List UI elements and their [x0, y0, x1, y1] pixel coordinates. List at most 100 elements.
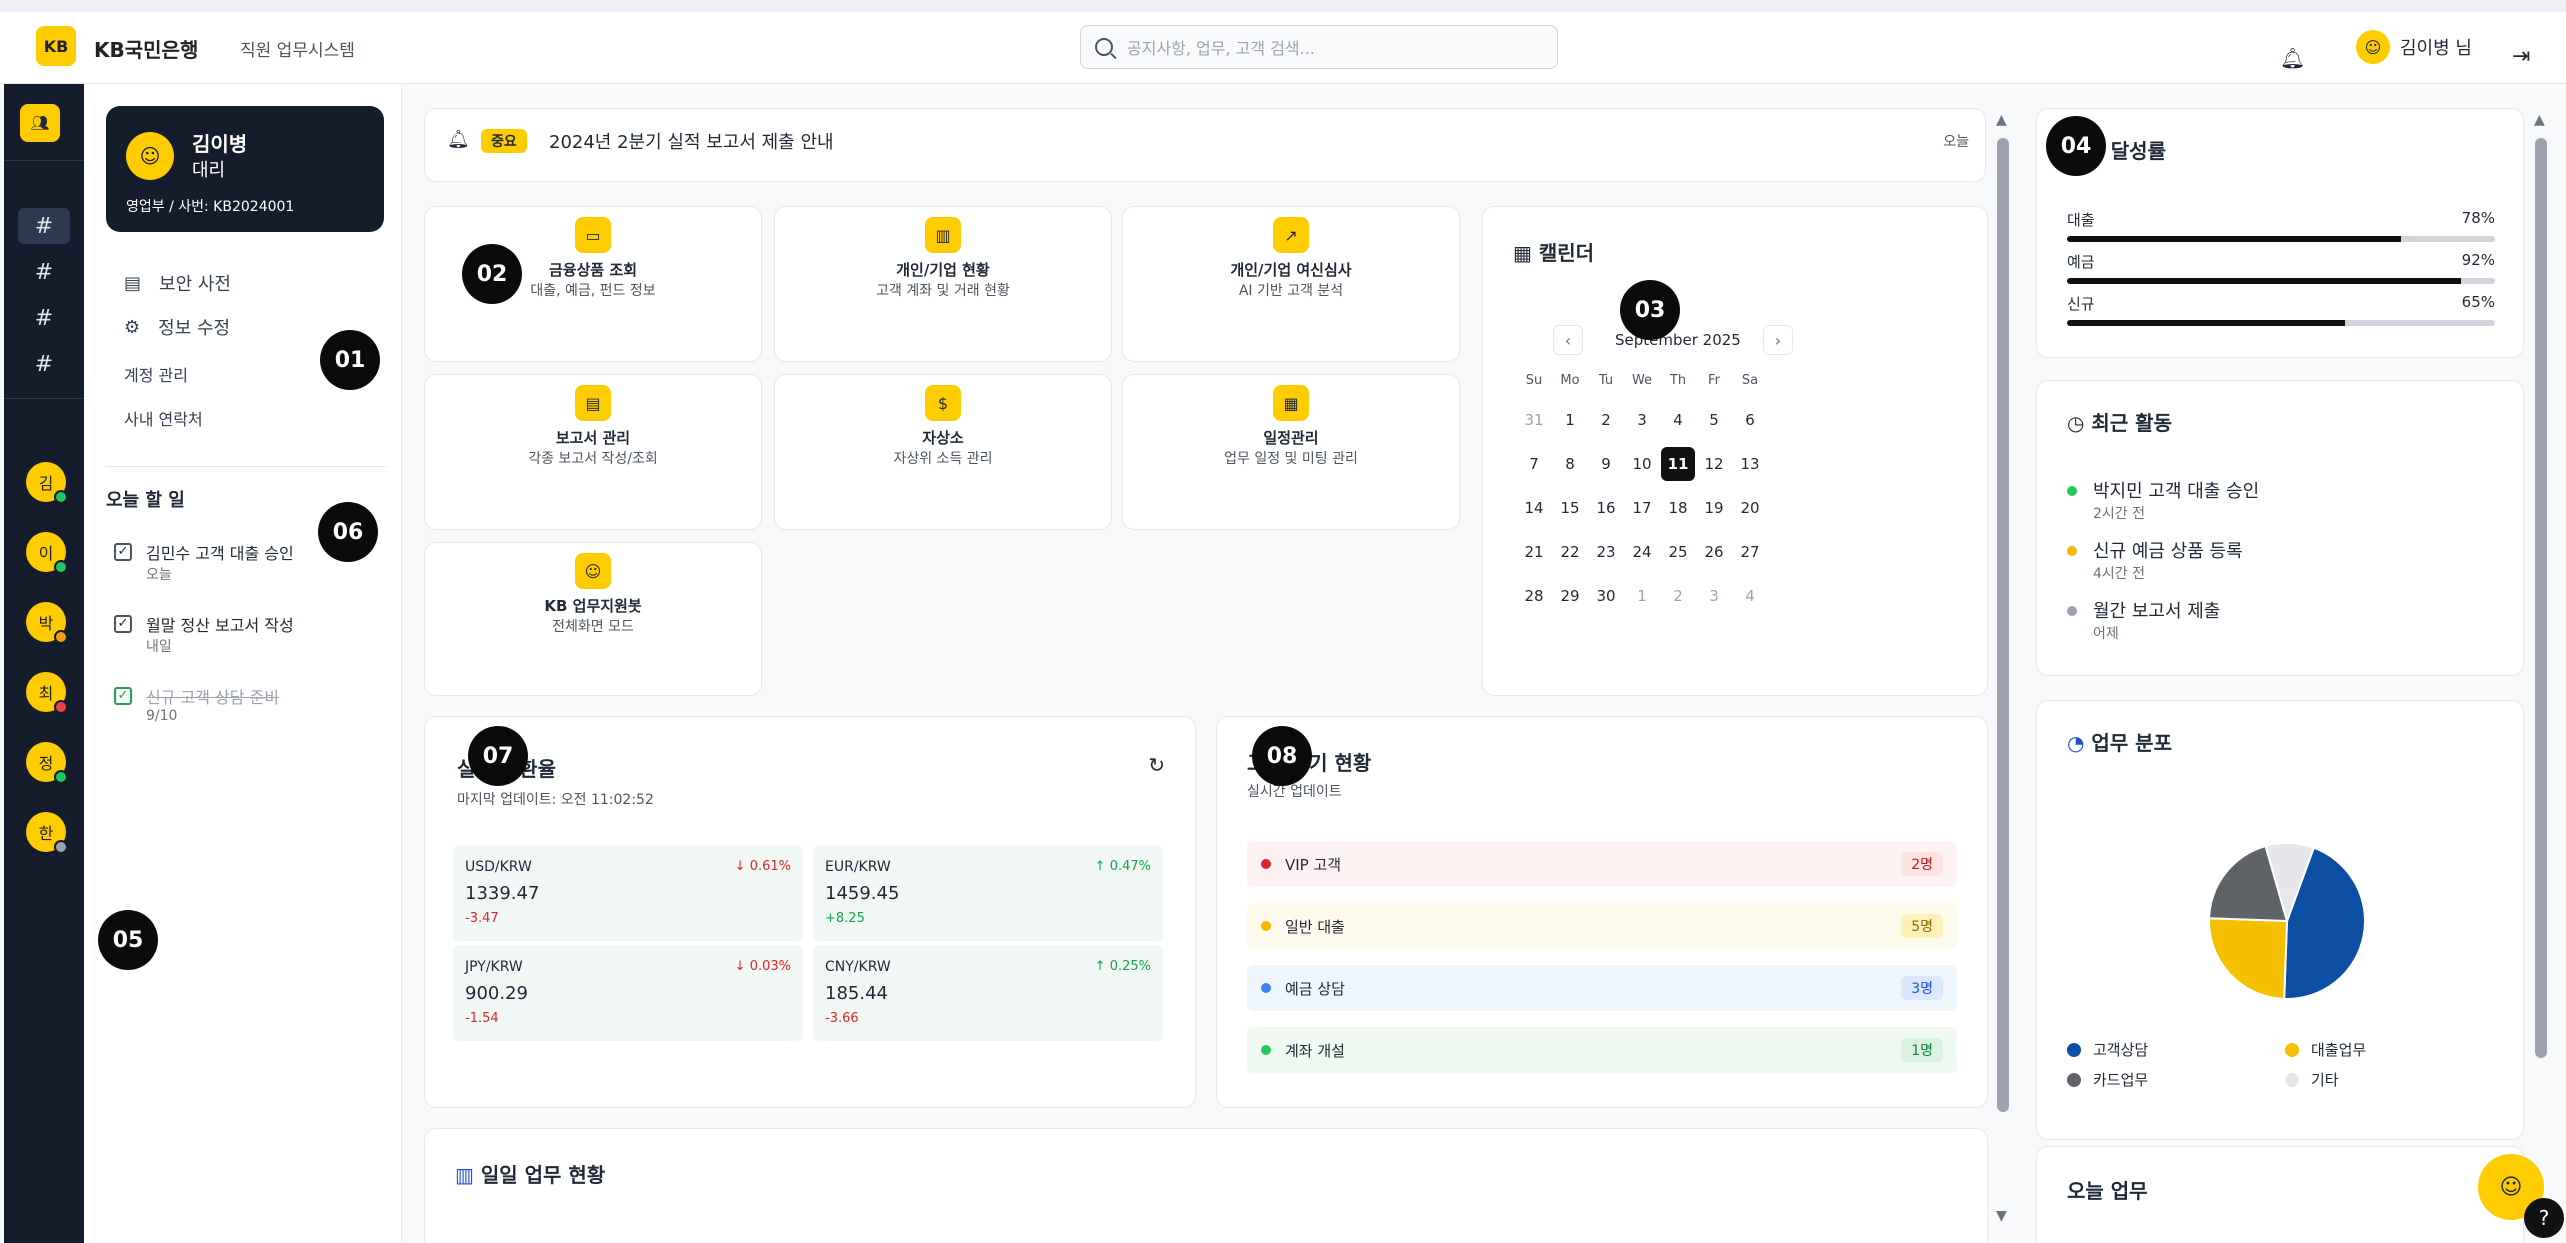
activity-item[interactable]: 신규 예금 상품 등록 4시간 전: [2067, 537, 2243, 583]
todo-text: 월말 정산 보고서 작성 내일: [146, 612, 294, 656]
scroll-up-icon[interactable]: ▲: [1996, 112, 2007, 128]
calendar-day[interactable]: 4: [1661, 403, 1695, 437]
checkbox-icon[interactable]: ✓: [114, 543, 132, 561]
global-search[interactable]: 공지사항, 업무, 고객 검색...: [1080, 25, 1558, 69]
calendar-day[interactable]: 28: [1517, 579, 1551, 613]
search-input[interactable]: 공지사항, 업무, 고객 검색...: [1127, 35, 1315, 59]
calendar-day[interactable]: 24: [1625, 535, 1659, 569]
calendar-day[interactable]: 13: [1733, 447, 1767, 481]
menu-security-dict[interactable]: ▤ 보안 사전: [124, 270, 231, 296]
calendar-day[interactable]: 10: [1625, 447, 1659, 481]
calendar-day[interactable]: 29: [1553, 579, 1587, 613]
calendar-day[interactable]: 19: [1697, 491, 1731, 525]
progress-fill: [2067, 320, 2346, 326]
user-menu[interactable]: ☺ 김이병 님: [2356, 30, 2472, 64]
waiting-row[interactable]: VIP 고객 2명: [1247, 841, 1957, 887]
quick-menu-tile[interactable]: $ 자상소 자상위 소득 관리: [774, 374, 1112, 530]
right-scrollbar[interactable]: ▲: [2532, 108, 2550, 1088]
fx-rate-card[interactable]: JPY/KRW 900.29 -1.54 ↓ 0.03%: [453, 945, 803, 1041]
calendar-day[interactable]: 16: [1589, 491, 1623, 525]
calendar-day[interactable]: 1: [1553, 403, 1587, 437]
menu-edit-info[interactable]: ⚙ 정보 수정: [124, 314, 230, 340]
todo-item[interactable]: ✓ 김민수 고객 대출 승인 오늘: [114, 540, 294, 584]
rail-avatar[interactable]: 박: [26, 602, 68, 644]
channel-4[interactable]: #: [18, 346, 70, 382]
calendar-day[interactable]: 25: [1661, 535, 1695, 569]
fx-pair: JPY/KRW: [465, 959, 523, 975]
kb-logo[interactable]: KB: [36, 26, 76, 66]
refresh-icon[interactable]: ↻: [1148, 753, 1165, 777]
waiting-row[interactable]: 일반 대출 5명: [1247, 903, 1957, 949]
calendar-day[interactable]: 1: [1625, 579, 1659, 613]
chevron-right-icon[interactable]: ›: [1763, 325, 1793, 355]
calendar-day[interactable]: 4: [1733, 579, 1767, 613]
tile-title: 개인/기업 여신심사: [1230, 261, 1352, 279]
calendar-day[interactable]: 2: [1589, 403, 1623, 437]
calendar-day[interactable]: 3: [1625, 403, 1659, 437]
activity-item[interactable]: 박지민 고객 대출 승인 2시간 전: [2067, 477, 2259, 523]
calendar-day[interactable]: 15: [1553, 491, 1587, 525]
quick-menu-tile[interactable]: ▦ 일정관리 업무 일정 및 미팅 관리: [1122, 374, 1460, 530]
scroll-up-icon[interactable]: ▲: [2534, 112, 2545, 128]
rail-avatar[interactable]: 한: [26, 812, 68, 854]
rail-avatar[interactable]: 최: [26, 672, 68, 714]
waiting-row[interactable]: 예금 상담 3명: [1247, 965, 1957, 1011]
calendar-day[interactable]: 27: [1733, 535, 1767, 569]
calendar-day[interactable]: 23: [1589, 535, 1623, 569]
checkbox-icon[interactable]: ✓: [114, 687, 132, 705]
calendar-day[interactable]: 22: [1553, 535, 1587, 569]
calendar-day[interactable]: 14: [1517, 491, 1551, 525]
logout-icon[interactable]: ⇥: [2512, 44, 2530, 69]
calendar-day[interactable]: 20: [1733, 491, 1767, 525]
menu-account[interactable]: 계정 관리: [124, 362, 188, 386]
fx-rate-card[interactable]: USD/KRW 1339.47 -3.47 ↓ 0.61%: [453, 845, 803, 941]
quick-menu-tile[interactable]: ▥ 개인/기업 현황 고객 계좌 및 거래 현황: [774, 206, 1112, 362]
quick-menu-tile[interactable]: ▤ 보고서 관리 각종 보고서 작성/조회: [424, 374, 762, 530]
checkbox-icon[interactable]: ✓: [114, 615, 132, 633]
menu-contacts[interactable]: 사내 연락처: [124, 406, 203, 430]
calendar-day[interactable]: 9: [1589, 447, 1623, 481]
calendar-day[interactable]: 30: [1589, 579, 1623, 613]
calendar-day[interactable]: 2: [1661, 579, 1695, 613]
scroll-thumb[interactable]: [1997, 138, 2009, 1112]
calendar-day[interactable]: 7: [1517, 447, 1551, 481]
channel-1[interactable]: #: [18, 208, 70, 244]
waiting-row[interactable]: 계좌 개설 1명: [1247, 1027, 1957, 1073]
calendar-day[interactable]: 17: [1625, 491, 1659, 525]
calendar-day[interactable]: 31: [1517, 403, 1551, 437]
todo-item[interactable]: ✓ 월말 정산 보고서 작성 내일: [114, 612, 294, 656]
todo-item[interactable]: ✓ 신규 고객 상담 준비 9/10: [114, 684, 279, 724]
rail-avatar[interactable]: 이: [26, 532, 68, 574]
fx-rate-card[interactable]: CNY/KRW 185.44 -3.66 ↑ 0.25%: [813, 945, 1163, 1041]
calendar-day[interactable]: 6: [1733, 403, 1767, 437]
rail-avatar[interactable]: 김: [26, 462, 68, 504]
status-dot: [54, 560, 68, 574]
calendar-day[interactable]: 12: [1697, 447, 1731, 481]
scroll-down-icon[interactable]: ▼: [1996, 1208, 2007, 1224]
activity-item[interactable]: 월간 보고서 제출 어제: [2067, 597, 2220, 643]
calendar-day-today[interactable]: 11: [1661, 447, 1695, 481]
quick-menu-tile[interactable]: ↗ 개인/기업 여신심사 AI 기반 고객 분석: [1122, 206, 1460, 362]
team-icon[interactable]: 👥︎: [20, 104, 60, 142]
calendar-day[interactable]: 26: [1697, 535, 1731, 569]
center-scrollbar[interactable]: ▲ ▼: [1994, 108, 2012, 1230]
calendar-day[interactable]: 5: [1697, 403, 1731, 437]
quick-menu-tile[interactable]: ☺ KB 업무지원봇 전체화면 모드: [424, 542, 762, 696]
chevron-left-icon[interactable]: ‹: [1553, 325, 1583, 355]
pie-slice-1[interactable]: [2208, 917, 2289, 1000]
waiting-count: 3명: [1901, 976, 1943, 1000]
fx-rate-card[interactable]: EUR/KRW 1459.45 +8.25 ↑ 0.47%: [813, 845, 1163, 941]
bell-icon[interactable]: 🔔︎: [2280, 46, 2305, 70]
calendar-day[interactable]: 18: [1661, 491, 1695, 525]
calendar-day[interactable]: 21: [1517, 535, 1551, 569]
calendar-day[interactable]: 3: [1697, 579, 1731, 613]
calendar-day[interactable]: 8: [1553, 447, 1587, 481]
scroll-thumb[interactable]: [2535, 138, 2547, 1058]
rail-avatar[interactable]: 정: [26, 742, 68, 784]
document-icon: ▤: [575, 385, 611, 421]
notice-banner[interactable]: 🔔︎ 중요 2024년 2분기 실적 보고서 제출 안내 오늘: [424, 108, 1986, 182]
help-button[interactable]: ?: [2524, 1198, 2564, 1238]
todo-due: 오늘: [146, 567, 172, 583]
channel-3[interactable]: #: [18, 300, 70, 336]
channel-2[interactable]: #: [18, 254, 70, 290]
